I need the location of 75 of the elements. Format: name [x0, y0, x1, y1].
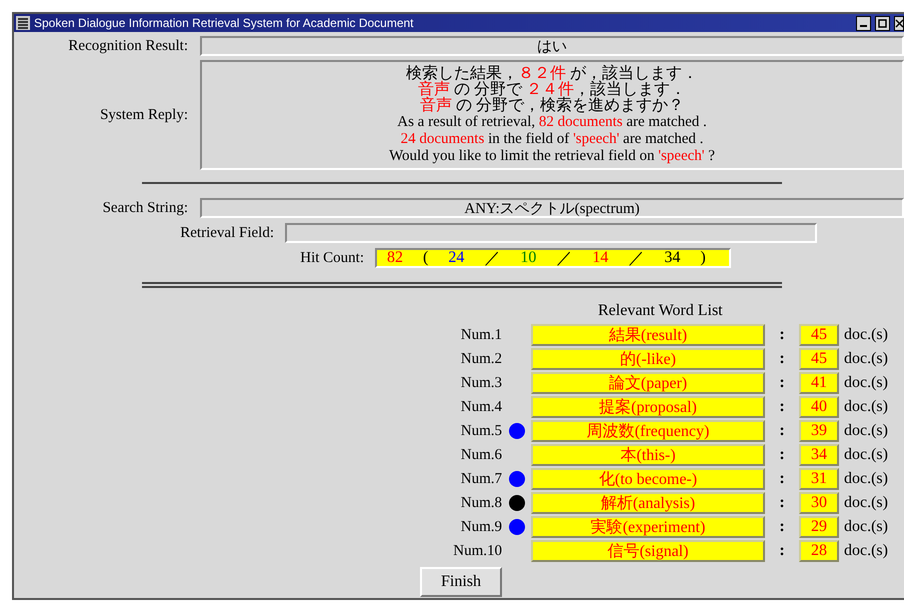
reply-line: 検索した結果，８２件 が，該当します． [406, 66, 698, 82]
unit-label: doc.(s) [843, 398, 889, 416]
reply-line: As a result of retrieval, 82 documents are matched . [397, 114, 707, 130]
row-number: Num.10 [452, 542, 502, 560]
count-field: 31 [799, 468, 839, 490]
word-field: 本(this-) [531, 444, 765, 466]
unit-label: doc.(s) [843, 542, 889, 560]
count-field: 45 [799, 324, 839, 346]
separator-colon: : [778, 374, 786, 392]
unit-label: doc.(s) [843, 422, 889, 440]
row-number: Num.2 [460, 350, 502, 368]
word-field: 周波数(frequency) [531, 420, 765, 442]
unit-label: doc.(s) [843, 350, 889, 368]
window-title: Spoken Dialogue Information Retrieval System for Academic Document [34, 16, 415, 30]
list-title: Relevant Word List [598, 302, 723, 320]
unit-label: doc.(s) [843, 326, 889, 344]
unit-label: doc.(s) [843, 518, 889, 536]
close-icon [895, 18, 903, 28]
recognition-result-field: はい [200, 36, 904, 56]
row-number: Num.6 [460, 446, 502, 464]
word-field: 論文(paper) [531, 372, 765, 394]
separator-colon: : [778, 422, 786, 440]
field-label: System Reply: [99, 106, 188, 124]
separator-colon: : [778, 350, 786, 368]
count-field: 41 [799, 372, 839, 394]
unit-label: doc.(s) [843, 494, 889, 512]
search-string-field: ANY:スペクトル(spectrum) [200, 198, 904, 218]
maximize-button[interactable] [875, 16, 890, 30]
reply-line: 音声 の 分野で，検索を進めますか？ [420, 98, 684, 114]
hit-count-field: 82 ( 24 ／ 10 ／ 14 ／ 34 ) [375, 248, 731, 268]
field-label: Retrieval Field: [179, 224, 274, 242]
unit-label: doc.(s) [843, 470, 889, 488]
separator-colon: : [778, 470, 786, 488]
word-field: 実験(experiment) [531, 516, 765, 538]
close-button[interactable] [894, 16, 904, 30]
reply-line: Would you like to limit the retrieval field on 'speech' ? [389, 148, 715, 164]
word-field: 結果(result) [531, 324, 765, 346]
separator-colon: : [778, 398, 786, 416]
count-field: 29 [799, 516, 839, 538]
minimize-button[interactable] [856, 16, 871, 30]
separator-colon: : [778, 326, 786, 344]
separator-colon: : [778, 494, 786, 512]
word-field: 信号(signal) [531, 540, 765, 562]
minimize-icon [860, 24, 867, 26]
reply-line: 音声 の 分野で ２４件，該当します． [418, 82, 686, 98]
row-number: Num.5 [460, 422, 502, 440]
row-number: Num.8 [460, 494, 502, 512]
row-number: Num.9 [460, 518, 502, 536]
row-number: Num.7 [460, 470, 502, 488]
retrieval-field[interactable] [285, 223, 817, 243]
field-label: Search String: [102, 200, 188, 216]
separator-colon: : [778, 518, 786, 536]
count-field: 39 [799, 420, 839, 442]
reply-line: 24 documents in the field of 'speech' are matched . [400, 130, 704, 148]
row-number: Num.1 [460, 326, 502, 344]
count-field: 28 [799, 540, 839, 562]
separator-colon: : [778, 446, 786, 464]
word-field: 的(-like) [531, 348, 765, 370]
count-field: 45 [799, 348, 839, 370]
row-number: Num.4 [460, 398, 502, 416]
unit-label: doc.(s) [843, 374, 889, 392]
maximize-icon [878, 18, 887, 28]
finish-button[interactable]: Finish [420, 567, 502, 597]
word-field: 化(to become-) [531, 468, 765, 490]
window-menu-icon[interactable] [16, 16, 30, 30]
field-label: Recognition Result: [67, 38, 188, 54]
count-field: 40 [799, 396, 839, 418]
unit-label: doc.(s) [843, 446, 889, 464]
field-label: Hit Count: [299, 250, 364, 266]
count-field: 34 [799, 444, 839, 466]
row-number: Num.3 [460, 374, 502, 392]
count-field: 30 [799, 492, 839, 514]
word-field: 提案(proposal) [531, 396, 765, 418]
separator-colon: : [778, 542, 786, 560]
word-field: 解析(analysis) [531, 492, 765, 514]
